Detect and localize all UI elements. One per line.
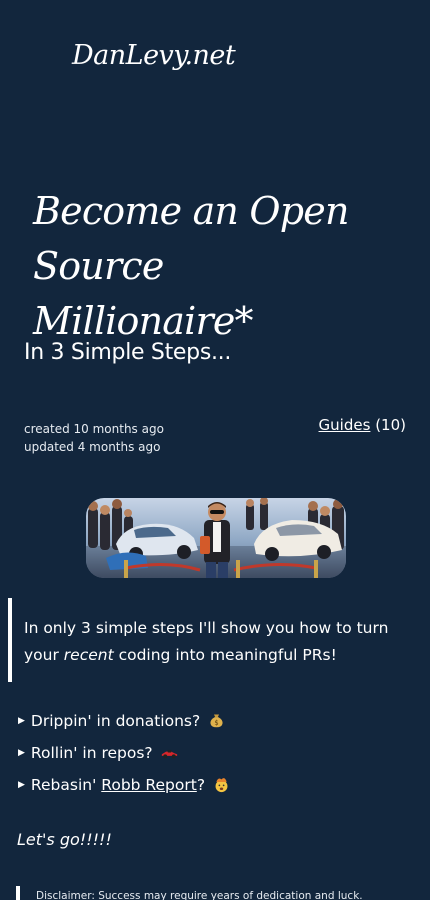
intro-emphasis: recent (63, 646, 114, 664)
race-car-icon (161, 749, 177, 759)
bullet-icon: ▶ (18, 748, 25, 758)
step-text: Rebasin' (30, 776, 102, 794)
step-suffix: ? (196, 776, 206, 794)
created-date: created 10 months ago (24, 422, 164, 436)
step-text: Rollin' in repos? (30, 744, 153, 762)
intro-text-part2: coding into meaningful PRs! (113, 646, 337, 664)
category-count: (10) (375, 416, 406, 434)
page: DanLevy.net Become an Open Source Millio… (0, 0, 430, 900)
hero-image (86, 498, 346, 578)
post-title: Become an Open Source Millionaire* (33, 189, 349, 343)
category-tag: Guides (10) (319, 416, 406, 434)
money-bag-icon: $ (210, 714, 223, 728)
post-dates: created 10 months ago updated 4 months a… (24, 420, 164, 456)
step-text: Drippin' in donations? (30, 712, 201, 730)
list-item: ▶ Rollin' in repos? (18, 737, 230, 769)
disclaimer-blockquote: Disclaimer: Success may require years of… (16, 886, 416, 900)
robb-report-link[interactable]: Robb Report (101, 776, 197, 794)
list-item: ▶ Rebasin' Robb Report? (18, 769, 230, 801)
cta-text: Let's go!!!!! (17, 830, 112, 849)
exploding-head-icon (215, 778, 228, 793)
bullet-icon: ▶ (18, 780, 25, 790)
disclaimer-text: Disclaimer: Success may require years of… (36, 890, 363, 900)
updated-date: updated 4 months ago (24, 440, 161, 454)
site-logo-link[interactable]: DanLevy.net (72, 40, 236, 71)
svg-text:$: $ (215, 719, 219, 727)
steps-list: ▶ Drippin' in donations? $ ▶ Rollin' in re… (18, 705, 230, 801)
intro-blockquote: In only 3 simple steps I'll show you how… (8, 598, 408, 682)
list-item: ▶ Drippin' in donations? $ (18, 705, 230, 737)
hero-illustration (86, 498, 346, 578)
category-link-guides[interactable]: Guides (319, 416, 371, 434)
bullet-icon: ▶ (18, 716, 25, 726)
post-subtitle: In 3 Simple Steps... (24, 340, 232, 365)
